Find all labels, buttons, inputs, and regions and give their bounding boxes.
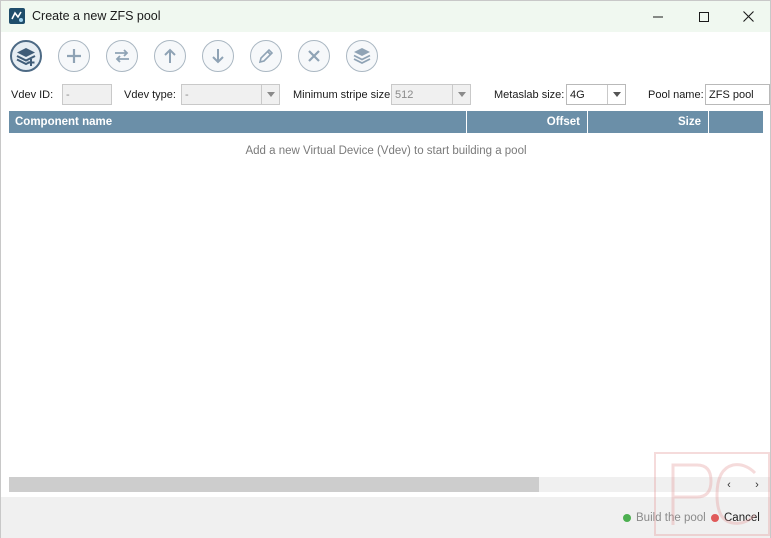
move-up-button[interactable] (154, 40, 186, 72)
minimize-icon (653, 16, 663, 17)
layers-plus-icon (16, 48, 36, 66)
vdev-type-label: Vdev type: (124, 89, 176, 101)
vdev-type-select[interactable]: - (181, 84, 280, 105)
min-stripe-select[interactable]: 512 (391, 84, 471, 105)
vdev-params-row: Vdev ID: - Vdev type: - Minimum stripe s… (1, 83, 770, 107)
pool-name-label: Pool name: (648, 89, 704, 101)
arrow-up-icon (164, 48, 176, 63)
metaslab-label: Metaslab size: (494, 89, 565, 101)
column-header-offset[interactable]: Offset (467, 111, 588, 133)
build-status-dot-icon (623, 514, 631, 522)
scrollbar-thumb[interactable] (9, 477, 539, 492)
vdev-id-field[interactable]: - (62, 84, 112, 105)
window-title: Create a new ZFS pool (32, 9, 161, 23)
chevron-down-icon (261, 85, 279, 104)
watermark-logo (654, 452, 770, 536)
close-icon (742, 11, 754, 22)
layers-icon (353, 48, 371, 65)
add-component-button[interactable] (58, 40, 90, 72)
min-stripe-value: 512 (395, 89, 414, 101)
chevron-down-icon (607, 85, 625, 104)
metaslab-value: 4G (570, 89, 585, 101)
column-header-filler (709, 111, 763, 133)
min-stripe-label: Minimum stripe size: (293, 89, 394, 101)
vdev-id-label: Vdev ID: (11, 89, 54, 101)
app-logo-icon (9, 8, 25, 24)
minimize-button[interactable] (635, 1, 681, 32)
pencil-icon (258, 48, 274, 64)
empty-table-message: Add a new Virtual Device (Vdev) to start… (245, 145, 527, 157)
remove-button[interactable] (298, 40, 330, 72)
replace-component-button[interactable] (106, 40, 138, 72)
pool-name-input[interactable]: ZFS pool (705, 84, 770, 105)
title-bar: Create a new ZFS pool (1, 1, 770, 32)
add-vdev-button[interactable] (10, 40, 42, 72)
column-header-size[interactable]: Size (588, 111, 709, 133)
close-button[interactable] (725, 1, 771, 32)
arrow-down-icon (212, 49, 224, 64)
plus-icon (67, 49, 81, 63)
edit-button[interactable] (250, 40, 282, 72)
vdev-type-value: - (185, 89, 189, 101)
table-header: Component name Offset Size (9, 111, 763, 133)
swap-icon (115, 49, 129, 63)
pool-layers-button[interactable] (346, 40, 378, 72)
column-header-component-name[interactable]: Component name (9, 111, 467, 133)
maximize-icon (699, 11, 709, 22)
maximize-button[interactable] (681, 1, 727, 32)
create-zfs-pool-window: Create a new ZFS pool Vdev ID: - Vdev ty… (0, 0, 771, 538)
move-down-button[interactable] (202, 40, 234, 72)
x-icon (308, 50, 320, 62)
metaslab-select[interactable]: 4G (566, 84, 626, 105)
chevron-down-icon (452, 85, 470, 104)
toolbar (1, 34, 770, 78)
